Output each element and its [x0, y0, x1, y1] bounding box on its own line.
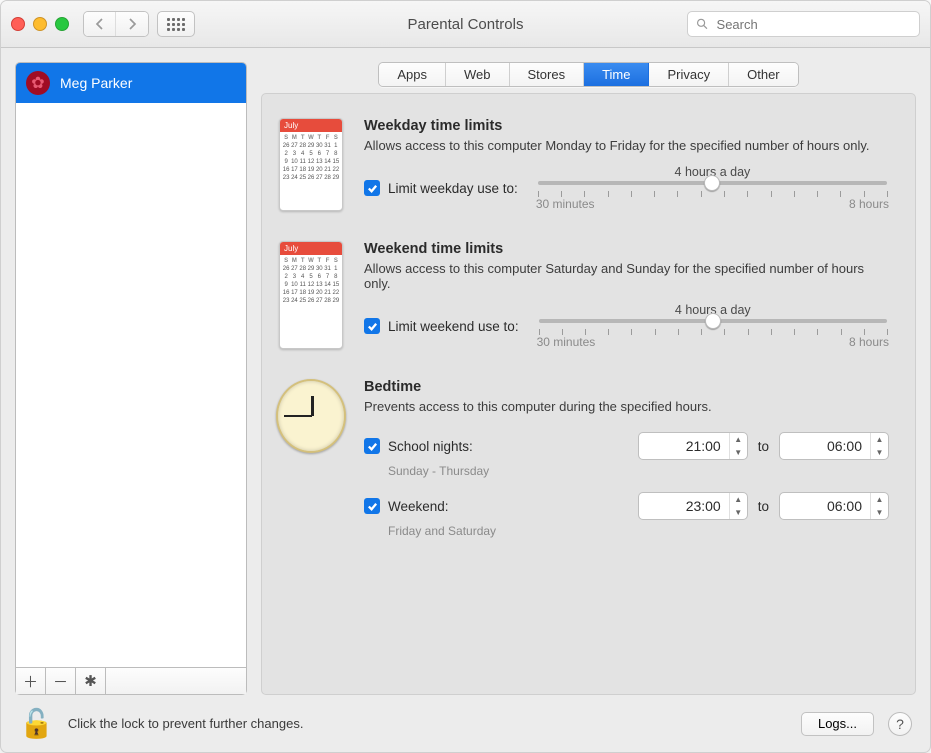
- footer: 🔓 Click the lock to prevent further chan…: [1, 695, 930, 752]
- stepper[interactable]: ▲▼: [870, 433, 888, 459]
- clock-icon: [276, 379, 346, 552]
- tabs: AppsWebStoresTimePrivacyOther: [261, 62, 916, 87]
- nav-back-forward: [83, 11, 149, 37]
- tab-privacy[interactable]: Privacy: [649, 63, 729, 86]
- stepper[interactable]: ▲▼: [729, 433, 747, 459]
- weekend-slider[interactable]: 4 hours a day 30 minutes8 hours: [537, 303, 889, 349]
- school-from-value: 21:00: [639, 438, 729, 454]
- weekend-to-field[interactable]: 06:00 ▲▼: [779, 492, 889, 520]
- add-user-button[interactable]: ＋: [16, 668, 46, 694]
- help-button[interactable]: ?: [888, 712, 912, 736]
- weekend-title: Weekend time limits: [364, 241, 889, 257]
- content: ✿ Meg Parker ＋ － ✱ AppsWebStoresTimePriv…: [1, 48, 930, 695]
- users-sidebar: ✿ Meg Parker ＋ － ✱: [15, 62, 247, 695]
- users-list[interactable]: ✿ Meg Parker: [15, 62, 247, 668]
- tab-segment: AppsWebStoresTimePrivacyOther: [378, 62, 798, 87]
- calendar-icon: JulySMTWTFS26272829303112345678910111213…: [276, 241, 346, 349]
- users-list-footer: ＋ － ✱: [15, 668, 247, 695]
- slider-thumb[interactable]: [705, 313, 721, 329]
- limit-weekday-checkbox[interactable]: [364, 180, 380, 196]
- slider-thumb[interactable]: [704, 175, 720, 191]
- tab-time[interactable]: Time: [584, 63, 649, 86]
- flower-icon: ✿: [31, 73, 44, 93]
- limit-weekend-checkbox[interactable]: [364, 318, 380, 334]
- time-panel: JulySMTWTFS26272829303112345678910111213…: [261, 93, 916, 695]
- weekend-nights-checkbox[interactable]: [364, 498, 380, 514]
- settings-column: AppsWebStoresTimePrivacyOther JulySMTWTF…: [261, 62, 916, 695]
- footer-spacer: [106, 668, 246, 694]
- forward-button[interactable]: [116, 12, 148, 36]
- school-nights-label: School nights:: [388, 439, 473, 454]
- stepper[interactable]: ▲▼: [870, 493, 888, 519]
- bedtime-section: Bedtime Prevents access to this computer…: [276, 379, 889, 552]
- search-icon: [696, 17, 709, 31]
- weekday-section: JulySMTWTFS26272829303112345678910111213…: [276, 118, 889, 211]
- limit-weekday-label: Limit weekday use to:: [388, 181, 518, 196]
- weekday-slider[interactable]: 4 hours a day 30 minutes8 hours: [536, 165, 889, 211]
- school-nights-note: Sunday - Thursday: [388, 464, 889, 478]
- minimize-window-button[interactable]: [33, 17, 47, 31]
- school-nights-checkbox[interactable]: [364, 438, 380, 454]
- window-controls: [11, 17, 69, 31]
- weekend-section: JulySMTWTFS26272829303112345678910111213…: [276, 241, 889, 349]
- weekday-desc: Allows access to this computer Monday to…: [364, 138, 889, 153]
- user-row[interactable]: ✿ Meg Parker: [16, 63, 246, 103]
- parental-controls-window: Parental Controls ✿ Meg Parker ＋ － ✱: [0, 0, 931, 753]
- logs-button[interactable]: Logs...: [801, 712, 874, 736]
- school-from-field[interactable]: 21:00 ▲▼: [638, 432, 748, 460]
- show-all-prefs-button[interactable]: [157, 11, 195, 37]
- school-to-field[interactable]: 06:00 ▲▼: [779, 432, 889, 460]
- calendar-icon: JulySMTWTFS26272829303112345678910111213…: [276, 118, 346, 211]
- school-nights-row: School nights: 21:00 ▲▼ to 06:00 ▲▼: [364, 432, 889, 460]
- weekend-desc: Allows access to this computer Saturday …: [364, 261, 889, 291]
- lock-message: Click the lock to prevent further change…: [68, 716, 304, 731]
- weekend-nights-label: Weekend:: [388, 499, 449, 514]
- school-to-value: 06:00: [780, 438, 870, 454]
- close-window-button[interactable]: [11, 17, 25, 31]
- tab-web[interactable]: Web: [446, 63, 510, 86]
- search-field[interactable]: [687, 11, 920, 37]
- remove-user-button[interactable]: －: [46, 668, 76, 694]
- tab-stores[interactable]: Stores: [510, 63, 585, 86]
- user-avatar: ✿: [26, 71, 50, 95]
- user-actions-button[interactable]: ✱: [76, 668, 106, 694]
- limit-weekend-label: Limit weekend use to:: [388, 319, 519, 334]
- lock-icon[interactable]: 🔓: [19, 707, 54, 740]
- weekend-to-value: 06:00: [780, 498, 870, 514]
- search-input[interactable]: [715, 16, 911, 33]
- user-name: Meg Parker: [60, 75, 132, 91]
- weekend-nights-note: Friday and Saturday: [388, 524, 889, 538]
- tab-apps[interactable]: Apps: [379, 63, 446, 86]
- tab-other[interactable]: Other: [729, 63, 798, 86]
- weekend-from-value: 23:00: [639, 498, 729, 514]
- zoom-window-button[interactable]: [55, 17, 69, 31]
- back-button[interactable]: [84, 12, 116, 36]
- bedtime-desc: Prevents access to this computer during …: [364, 399, 889, 414]
- bedtime-title: Bedtime: [364, 379, 889, 395]
- titlebar: Parental Controls: [1, 1, 930, 48]
- stepper[interactable]: ▲▼: [729, 493, 747, 519]
- weekend-nights-row: Weekend: 23:00 ▲▼ to 06:00 ▲▼: [364, 492, 889, 520]
- weekday-title: Weekday time limits: [364, 118, 889, 134]
- weekend-from-field[interactable]: 23:00 ▲▼: [638, 492, 748, 520]
